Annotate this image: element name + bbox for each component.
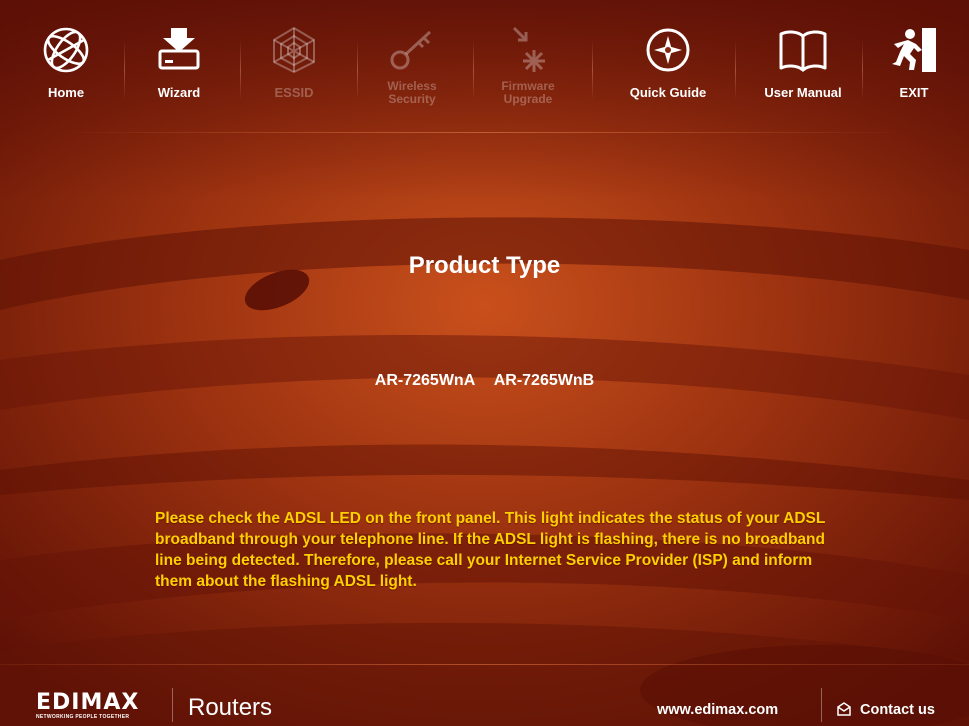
nav-wizard[interactable]: Wizard	[129, 22, 229, 122]
adsl-led-notice: Please check the ADSL LED on the front p…	[155, 510, 826, 590]
nav-exit-label: EXIT	[899, 85, 929, 100]
nav-home[interactable]: Home	[16, 22, 116, 122]
firmware-spark-icon	[512, 26, 545, 72]
website-link[interactable]: www.edimax.com	[657, 702, 778, 718]
nav-firmware-upgrade: Firmware Upgrade	[478, 22, 578, 122]
key-icon	[390, 30, 432, 70]
model-item[interactable]: AR-7265WnB	[494, 372, 594, 389]
mail-envelope-icon	[837, 702, 851, 716]
nav-wireless-security: Wireless Security	[362, 22, 462, 122]
contact-us-label: Contact us	[860, 702, 935, 718]
nav-quick-guide-label: Quick Guide	[629, 85, 707, 100]
nav-essid: ESSID	[244, 22, 344, 122]
nav-wireless-security-label-line2: Security	[388, 92, 436, 106]
nav-user-manual[interactable]: User Manual	[753, 22, 853, 122]
download-tray-icon	[158, 28, 200, 70]
edimax-logo: EDIMAX NETWORKING PEOPLE TOGETHER	[36, 692, 161, 724]
nav-quick-guide[interactable]: Quick Guide	[618, 22, 718, 122]
nav-wizard-label: Wizard	[157, 85, 201, 100]
contact-us-link[interactable]: Contact us	[836, 701, 935, 718]
model-item[interactable]: AR-7265WnA	[375, 372, 475, 389]
nav-exit[interactable]: EXIT	[864, 22, 964, 122]
nav-user-manual-label: User Manual	[764, 85, 842, 100]
footer: EDIMAX NETWORKING PEOPLE TOGETHER Router…	[0, 664, 969, 726]
section-title: Routers	[188, 694, 273, 721]
exit-running-man-icon	[892, 28, 936, 72]
spiderweb-icon	[273, 26, 315, 74]
nav-home-label: Home	[47, 85, 85, 100]
model-list: AR-7265WnA AR-7265WnB	[0, 372, 969, 390]
nav-essid-label: ESSID	[274, 85, 314, 100]
logo-tagline: NETWORKING PEOPLE TOGETHER	[36, 714, 130, 720]
compass-icon	[646, 28, 690, 72]
page-title: Product Type	[408, 252, 561, 279]
logo-wordmark: EDIMAX	[36, 690, 140, 715]
nav-firmware-upgrade-label-line2: Upgrade	[503, 92, 553, 106]
open-book-icon	[779, 30, 827, 72]
globe-icon	[43, 27, 89, 73]
top-navigation: Home Wizard ESSID Wireless Security Firm…	[0, 0, 969, 133]
